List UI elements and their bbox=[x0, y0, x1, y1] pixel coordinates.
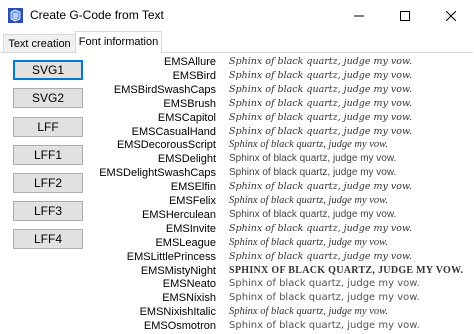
font-sample-text: Sphinx of black quartz, judge my vow. bbox=[229, 292, 420, 304]
maximize-icon bbox=[400, 10, 410, 21]
font-sample-text: Sphinx of black quartz, judge my vow. bbox=[229, 181, 413, 193]
font-name-label: EMSElfin bbox=[170, 181, 216, 194]
font-name-label: EMSDelightSwashCaps bbox=[99, 167, 216, 180]
font-row: EMSNeato Sphinx of black quartz, judge my… bbox=[0, 277, 474, 291]
font-name-label: EMSDecorousScript bbox=[116, 139, 216, 152]
font-row: EMSElfin Sphinx of black quartz, judge my… bbox=[0, 180, 474, 194]
close-icon bbox=[446, 10, 456, 21]
font-name-label: EMSHerculean bbox=[142, 208, 216, 221]
font-row: EMSDecorousScript Sphinx of black quartz,… bbox=[0, 138, 474, 152]
app-icon bbox=[8, 8, 23, 23]
font-sample-text: Sphinx of black quartz, judge my vow. bbox=[229, 69, 413, 81]
font-row: EMSLittlePrincess Sphinx of black quartz,… bbox=[0, 250, 474, 264]
font-name-label: EMSMistyNight bbox=[140, 264, 216, 277]
font-row: EMSBird Sphinx of black quartz, judge my … bbox=[0, 69, 474, 83]
font-row: EMSDelightSwashCaps Sphinx of black quart… bbox=[0, 166, 474, 180]
font-row: EMSDelight Sphinx of black quartz, judge … bbox=[0, 152, 474, 166]
font-sample-text: Sphinx of black quartz, judge my vow. bbox=[229, 320, 420, 332]
font-name-label: EMSLeague bbox=[155, 236, 216, 249]
font-name-label: EMSFelix bbox=[168, 195, 216, 207]
font-row: EMSOsmotron Sphinx of black quartz, judge… bbox=[0, 319, 474, 333]
title-bar: Create G-Code from Text bbox=[0, 0, 474, 31]
font-name-label: EMSBrush bbox=[163, 97, 216, 110]
font-sample-text: Sphinx of black quartz, judge my vow. bbox=[229, 111, 413, 123]
font-sample-text: Sphinx of black quartz, judge my vow. bbox=[229, 56, 413, 67]
tab-strip: Text creation Font information bbox=[0, 31, 474, 54]
font-row: EMSCapitol Sphinx of black quartz, judge … bbox=[0, 111, 474, 125]
font-row: EMSBirdSwashCaps Sphinx of black quartz, … bbox=[0, 83, 474, 97]
font-sample-text: Sphinx of black quartz, judge my vow. bbox=[229, 125, 413, 137]
font-sample-text: Sphinx of black quartz, judge my vow. bbox=[229, 236, 389, 248]
minimize-button[interactable] bbox=[336, 0, 382, 31]
font-sample-text: SPHINX OF BLACK QUARTZ, JUDGE MY VOW. bbox=[229, 264, 464, 276]
font-sample-text: Sphinx of black quartz, judge my vow. bbox=[229, 208, 397, 220]
font-sample-text: Sphinx of black quartz, judge my vow. bbox=[229, 195, 389, 206]
font-row: EMSHerculean Sphinx of black quartz, judg… bbox=[0, 208, 474, 222]
font-sample-text: Sphinx of black quartz, judge my vow. bbox=[229, 222, 413, 234]
font-name-label: EMSCasualHand bbox=[131, 125, 216, 138]
font-sample-text: Sphinx of black quartz, judge my vow. bbox=[229, 250, 413, 262]
font-name-label: EMSDelight bbox=[157, 153, 216, 166]
font-row: EMSNixishItalic Sphinx of black quartz, j… bbox=[0, 305, 474, 319]
font-name-label: EMSBirdSwashCaps bbox=[113, 83, 216, 96]
close-button[interactable] bbox=[428, 0, 474, 31]
font-name-label: EMSNixish bbox=[162, 292, 216, 305]
font-row: EMSFelix Sphinx of black quartz, judge my… bbox=[0, 194, 474, 208]
font-name-label: EMSInvite bbox=[165, 222, 216, 235]
font-name-label: EMSLittlePrincess bbox=[126, 250, 216, 263]
font-sample-text: Sphinx of black quartz, judge my vow. bbox=[229, 167, 397, 179]
font-row: EMSLeague Sphinx of black quartz, judge m… bbox=[0, 236, 474, 250]
font-name-label: EMSOsmotron bbox=[143, 320, 216, 333]
font-name-label: EMSBird bbox=[172, 69, 216, 82]
font-name-label: EMSCapitol bbox=[157, 111, 216, 124]
font-row: EMSMistyNight SPHINX OF BLACK QUARTZ, JUD… bbox=[0, 264, 474, 278]
font-row: EMSNixish Sphinx of black quartz, judge m… bbox=[0, 291, 474, 305]
font-row: EMSBrush Sphinx of black quartz, judge my… bbox=[0, 97, 474, 111]
window-title: Create G-Code from Text bbox=[30, 8, 164, 22]
minimize-icon bbox=[354, 15, 364, 16]
font-name-label: EMSAllure bbox=[164, 56, 216, 68]
font-sample-text: Sphinx of black quartz, judge my vow. bbox=[229, 306, 389, 318]
font-row: EMSAllure Sphinx of black quartz, judge m… bbox=[0, 55, 474, 69]
font-sample-text: Sphinx of black quartz, judge my vow. bbox=[229, 139, 389, 151]
font-name-label: EMSNeato bbox=[162, 278, 216, 291]
font-sample-text: Sphinx of black quartz, judge my vow. bbox=[229, 278, 420, 290]
font-sample-text: Sphinx of black quartz, judge my vow. bbox=[229, 97, 413, 109]
font-name-label: EMSNixishItalic bbox=[139, 306, 216, 319]
font-sample-text: Sphinx of black quartz, judge my vow. bbox=[229, 153, 397, 165]
font-row: EMSCasualHand Sphinx of black quartz, jud… bbox=[0, 125, 474, 139]
maximize-button[interactable] bbox=[382, 0, 428, 31]
tab-font-information[interactable]: Font information bbox=[75, 31, 162, 54]
font-sample-text: Sphinx of black quartz, judge my vow. bbox=[229, 83, 413, 95]
tab-text-creation[interactable]: Text creation bbox=[3, 34, 76, 53]
font-row: EMSInvite Sphinx of black quartz, judge m… bbox=[0, 222, 474, 236]
